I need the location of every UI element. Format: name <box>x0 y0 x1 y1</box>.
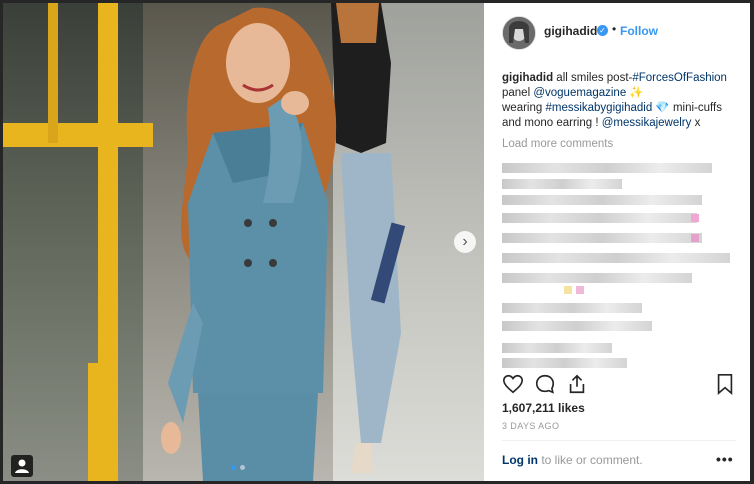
follow-button[interactable]: Follow <box>620 24 658 38</box>
blurred-emoji <box>691 234 699 242</box>
caption-text: wearing <box>502 102 546 114</box>
hashtag-link[interactable]: #messikabygigihadid <box>545 102 652 114</box>
share-icon[interactable] <box>566 373 588 395</box>
more-options-button[interactable]: ••• <box>716 451 734 467</box>
screenshot-frame: › gigihadid ✓ • Follow gigihadid all smi… <box>0 0 754 484</box>
post-photo[interactable]: › <box>3 3 484 481</box>
verified-icon: ✓ <box>597 25 608 36</box>
blurred-comment <box>502 195 702 205</box>
carousel-dots <box>231 465 245 470</box>
yellow-step <box>88 363 118 481</box>
caption-text: panel <box>502 87 534 99</box>
avatar[interactable] <box>502 16 536 50</box>
blurred-comment <box>502 213 697 223</box>
login-prompt-text: to like or comment. <box>538 453 643 467</box>
divider <box>502 440 736 441</box>
username-link[interactable]: gigihadid <box>544 24 597 38</box>
post-caption: gigihadid all smiles post-#ForcesOfFashi… <box>502 71 740 131</box>
blurred-comment <box>502 343 612 353</box>
caption-text: all smiles post- <box>553 72 633 84</box>
blurred-emoji <box>564 286 572 294</box>
blurred-comment <box>502 358 627 368</box>
login-link[interactable]: Log in <box>502 453 538 467</box>
post-sidebar: gigihadid ✓ • Follow gigihadid all smile… <box>484 3 750 481</box>
load-more-comments-button[interactable]: Load more comments <box>502 138 613 150</box>
separator-dot: • <box>612 22 617 36</box>
post-actions <box>502 373 742 397</box>
next-photo-button[interactable]: › <box>454 231 476 253</box>
blurred-comment <box>502 163 712 173</box>
blurred-comment <box>502 273 692 283</box>
comment-icon[interactable] <box>534 373 556 395</box>
post-timestamp[interactable]: 3 DAYS AGO <box>502 421 559 431</box>
background-wall <box>3 3 143 481</box>
blurred-comment <box>502 303 642 313</box>
login-prompt: Log in to like or comment. <box>502 453 643 467</box>
blurred-comment <box>502 233 702 243</box>
blurred-comment <box>502 321 652 331</box>
carousel-dot <box>231 465 236 470</box>
sparkle-emoji: ✨ <box>626 87 644 99</box>
mention-link[interactable]: @voguemagazine <box>533 87 626 99</box>
carousel-dot <box>240 465 245 470</box>
likes-count[interactable]: 1,607,211 likes <box>502 401 585 415</box>
heart-icon[interactable] <box>502 373 524 395</box>
yellow-post <box>48 3 58 143</box>
user-tag-icon[interactable] <box>11 455 33 477</box>
caption-username[interactable]: gigihadid <box>502 72 553 84</box>
hashtag-link[interactable]: #ForcesOfFashion <box>632 72 727 84</box>
gem-emoji: 💎 <box>652 102 670 114</box>
blurred-comment <box>502 253 730 263</box>
caption-text: x <box>691 117 701 129</box>
mention-link[interactable]: @messikajewelry <box>602 117 692 129</box>
chevron-right-icon: › <box>462 233 468 250</box>
blurred-emoji <box>691 214 699 222</box>
bookmark-icon[interactable] <box>714 373 736 395</box>
yellow-railing <box>3 123 153 147</box>
blurred-comment <box>502 179 622 189</box>
post-header: gigihadid ✓ • Follow <box>484 3 750 59</box>
blurred-emoji <box>576 286 584 294</box>
model-figure <box>161 7 337 481</box>
